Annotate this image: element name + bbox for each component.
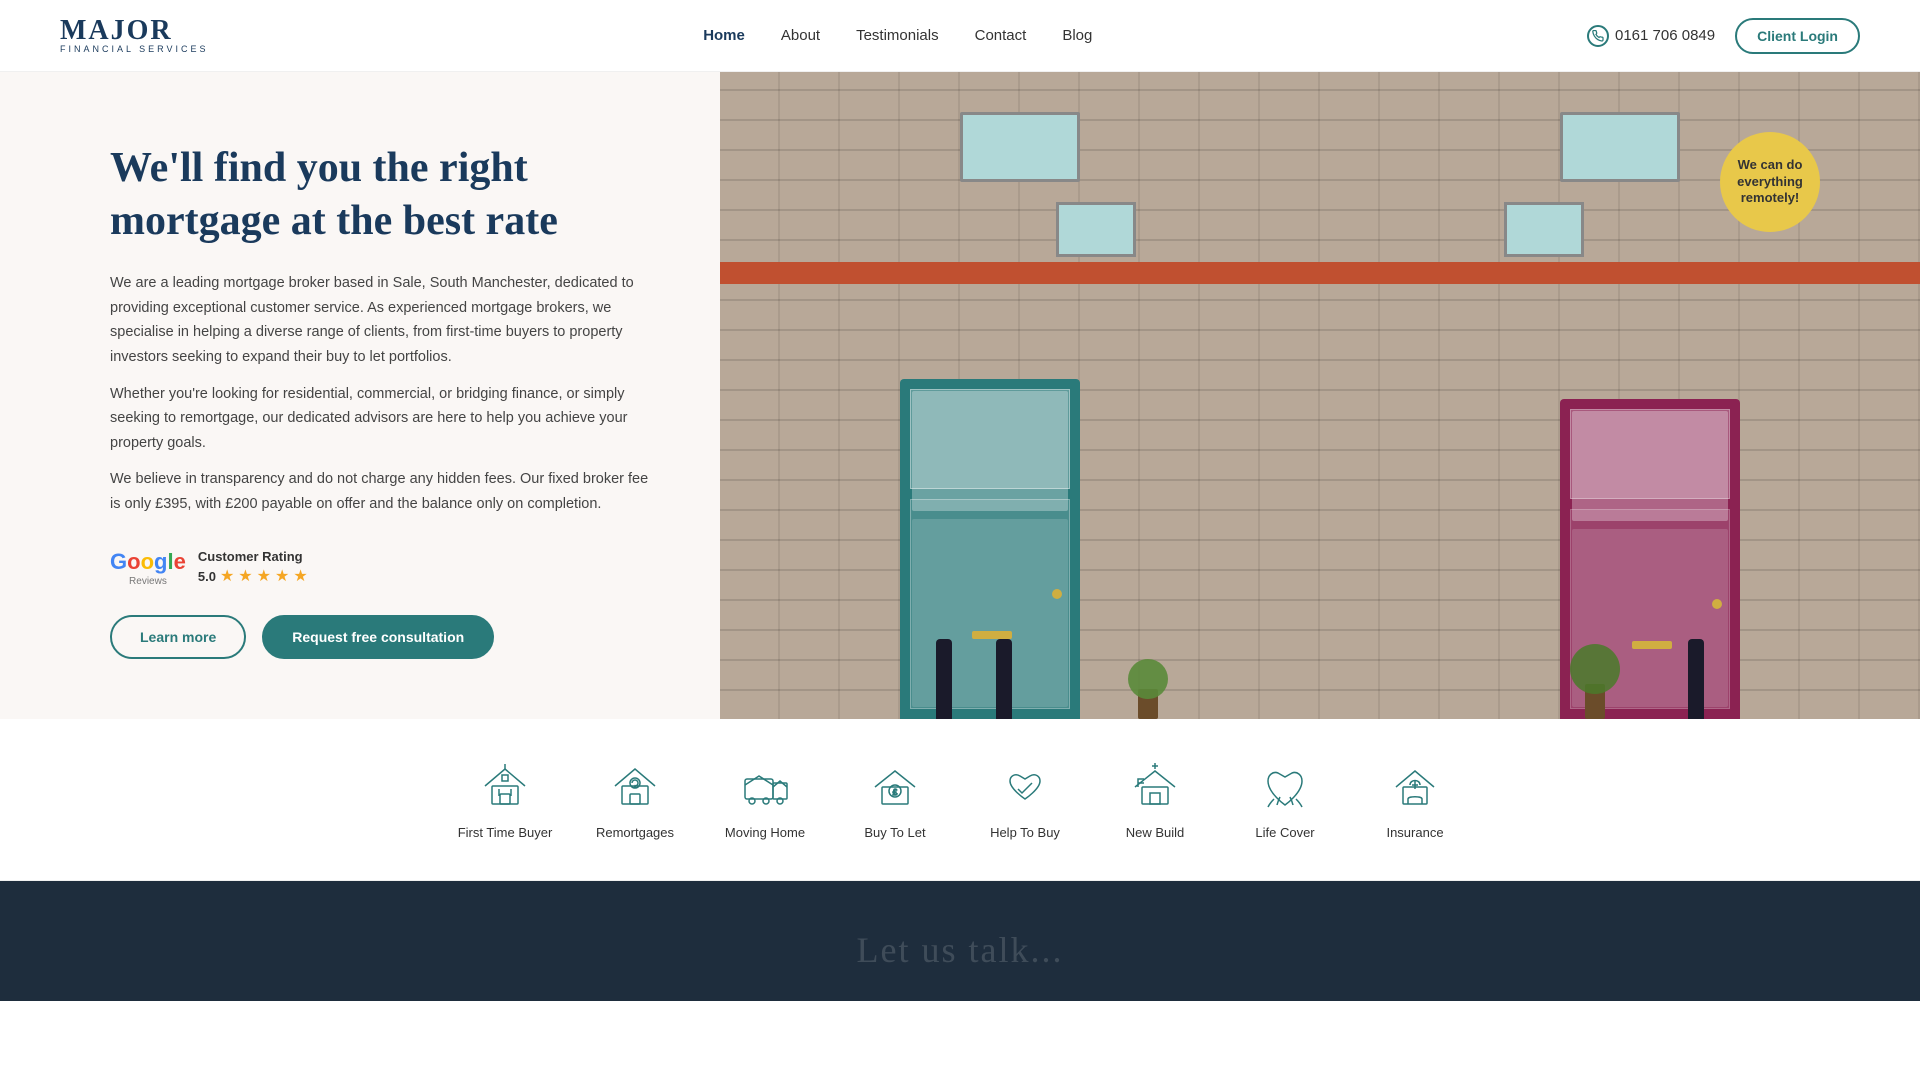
service-buy-to-let[interactable]: £ Buy To Let <box>830 759 960 840</box>
consult-button[interactable]: Request free consultation <box>262 615 494 659</box>
hero-buttons: Learn more Request free consultation <box>110 615 660 659</box>
moving-home-icon <box>738 759 792 813</box>
new-build-svg <box>1130 761 1180 811</box>
nav-contact[interactable]: Contact <box>975 27 1027 44</box>
service-label-buy-to-let: Buy To Let <box>864 825 925 840</box>
window-upper-right <box>1504 202 1584 257</box>
service-help-to-buy[interactable]: Help To Buy <box>960 759 1090 840</box>
hero-section: We'll find you the right mortgage at the… <box>0 72 1920 719</box>
services-section: First Time Buyer Remortgages <box>0 719 1920 881</box>
remortgage-svg <box>610 761 660 811</box>
window-upper-left <box>1056 202 1136 257</box>
life-cover-svg <box>1260 761 1310 811</box>
nav-blog[interactable]: Blog <box>1062 27 1092 44</box>
help-to-buy-icon <box>998 759 1052 813</box>
star-4: ★ <box>275 566 289 586</box>
buy-to-let-icon: £ <box>868 759 922 813</box>
plant-right <box>1570 649 1620 719</box>
star-2: ★ <box>238 566 252 586</box>
service-first-time-buyer[interactable]: First Time Buyer <box>440 759 570 840</box>
star-3: ★ <box>257 566 271 586</box>
nav-testimonials[interactable]: Testimonials <box>856 27 939 44</box>
service-new-build[interactable]: New Build <box>1090 759 1220 840</box>
brick-band <box>720 262 1920 284</box>
google-reviews-label: Reviews <box>129 576 167 587</box>
logo-major: MAJOR <box>60 17 209 45</box>
rating-label: Customer Rating <box>198 549 308 564</box>
service-label-help-to-buy: Help To Buy <box>990 825 1060 840</box>
window-right <box>1560 112 1680 182</box>
service-moving-home[interactable]: Moving Home <box>700 759 830 840</box>
logo[interactable]: MAJOR FINANCIAL SERVICES <box>60 17 209 54</box>
service-insurance[interactable]: Insurance <box>1350 759 1480 840</box>
hero-title: We'll find you the right mortgage at the… <box>110 142 660 247</box>
nav-about[interactable]: About <box>781 27 820 44</box>
google-reviews: Google Reviews Customer Rating 5.0 ★ ★ ★… <box>110 549 660 587</box>
learn-more-button[interactable]: Learn more <box>110 615 246 659</box>
service-label-moving-home: Moving Home <box>725 825 805 840</box>
new-build-icon <box>1128 759 1182 813</box>
nav-right: 0161 706 0849 Client Login <box>1587 18 1860 54</box>
dark-section: Let us talk... <box>0 881 1920 1001</box>
life-cover-icon <box>1258 759 1312 813</box>
moving-home-svg <box>740 761 790 811</box>
nav-home[interactable]: Home <box>703 27 745 44</box>
hero-image: We can do everything remotely! <box>720 72 1920 719</box>
service-label-first-time-buyer: First Time Buyer <box>458 825 553 840</box>
rating-block: Customer Rating 5.0 ★ ★ ★ ★ ★ <box>198 549 308 586</box>
navbar: MAJOR FINANCIAL SERVICES Home About Test… <box>0 0 1920 72</box>
star-5: ★ <box>293 566 307 586</box>
dark-section-title: Let us talk... <box>857 929 1064 971</box>
service-label-new-build: New Build <box>1126 825 1185 840</box>
remortgage-icon <box>608 759 662 813</box>
insurance-svg <box>1390 761 1440 811</box>
client-login-button[interactable]: Client Login <box>1735 18 1860 54</box>
bollard-2 <box>996 639 1012 719</box>
service-life-cover[interactable]: Life Cover <box>1220 759 1350 840</box>
hero-content: We'll find you the right mortgage at the… <box>0 72 720 719</box>
rating-stars: 5.0 ★ ★ ★ ★ ★ <box>198 566 308 586</box>
logo-subtitle: FINANCIAL SERVICES <box>60 45 209 54</box>
insurance-icon <box>1388 759 1442 813</box>
window-left <box>960 112 1080 182</box>
service-label-remortgages: Remortgages <box>596 825 674 840</box>
hero-body-1: We are a leading mortgage broker based i… <box>110 271 660 370</box>
phone-number-text: 0161 706 0849 <box>1615 27 1715 44</box>
phone-icon <box>1587 25 1609 47</box>
help-to-buy-svg <box>1000 761 1050 811</box>
hero-body-3: We believe in transparency and do not ch… <box>110 467 660 516</box>
service-remortgages[interactable]: Remortgages <box>570 759 700 840</box>
nav-links: Home About Testimonials Contact Blog <box>703 27 1092 44</box>
house-image: We can do everything remotely! <box>720 72 1920 719</box>
remotely-badge: We can do everything remotely! <box>1720 132 1820 232</box>
star-1: ★ <box>220 566 234 586</box>
house-first-icon <box>478 759 532 813</box>
google-logo: Google Reviews <box>110 549 186 587</box>
service-label-life-cover: Life Cover <box>1255 825 1314 840</box>
rating-score: 5.0 <box>198 569 216 584</box>
door-left <box>900 379 1080 719</box>
buy-to-let-svg: £ <box>870 761 920 811</box>
plant-left <box>1128 659 1168 719</box>
google-wordmark: Google <box>110 549 186 575</box>
first-time-buyer-svg <box>480 761 530 811</box>
bollard-3 <box>1688 639 1704 719</box>
phone-number[interactable]: 0161 706 0849 <box>1587 25 1715 47</box>
bollard-1 <box>936 639 952 719</box>
svg-text:£: £ <box>893 788 898 797</box>
service-label-insurance: Insurance <box>1386 825 1443 840</box>
hero-body-2: Whether you're looking for residential, … <box>110 382 660 456</box>
